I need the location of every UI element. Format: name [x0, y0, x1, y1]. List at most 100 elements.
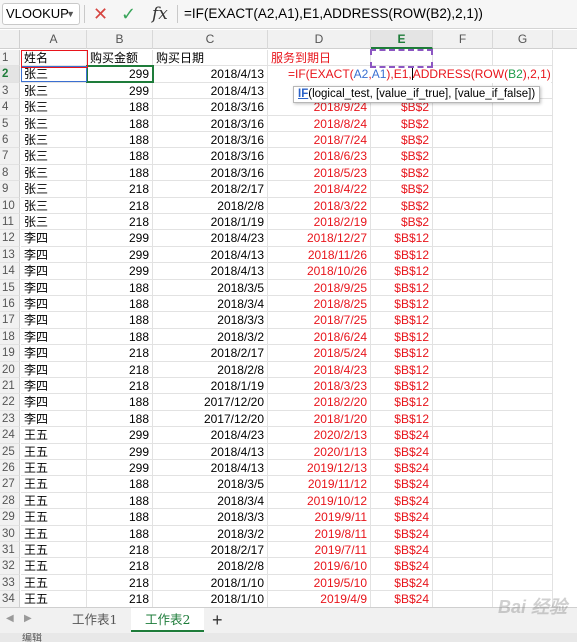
formula-input[interactable]: =IF(EXACT(A2,A1),E1,ADDRESS(ROW(B2),2,1)…: [184, 4, 483, 24]
cell-address[interactable]: $B$24: [371, 558, 433, 575]
cell-empty[interactable]: [433, 296, 493, 313]
cell-purchase-date[interactable]: 2018/2/8: [153, 558, 268, 575]
cell-amount[interactable]: 218: [87, 542, 153, 559]
cell-g1[interactable]: [493, 50, 553, 67]
row-header[interactable]: 21: [0, 378, 20, 395]
cell-expiry-date[interactable]: 2019/6/10: [268, 558, 371, 575]
row-header[interactable]: 29: [0, 509, 20, 526]
row-header[interactable]: 8: [0, 164, 20, 182]
column-header-d[interactable]: D: [268, 30, 371, 49]
cell-purchase-date[interactable]: 2018/4/13: [153, 82, 268, 100]
cell-expiry-date[interactable]: 2018/7/25: [268, 312, 371, 329]
cell-empty[interactable]: [433, 132, 493, 149]
cell-name[interactable]: 李四: [21, 263, 87, 280]
cell-address[interactable]: $B$12: [371, 230, 433, 247]
cell-amount[interactable]: 188: [87, 164, 153, 182]
cell-empty[interactable]: [433, 542, 493, 559]
cell-purchase-date[interactable]: 2018/3/16: [153, 99, 268, 116]
cell-empty[interactable]: [433, 492, 493, 510]
cell-address[interactable]: $B$12: [371, 246, 433, 264]
row-header[interactable]: 19: [0, 345, 20, 362]
cell-address[interactable]: $B$12: [371, 345, 433, 362]
cell-name[interactable]: 李四: [21, 394, 87, 411]
cell-empty[interactable]: [493, 132, 553, 149]
cell-empty[interactable]: [433, 181, 493, 198]
row-header[interactable]: 17: [0, 312, 20, 329]
row-header[interactable]: 7: [0, 148, 20, 165]
cell-empty[interactable]: [493, 279, 553, 296]
cell-expiry-date[interactable]: 2018/9/25: [268, 279, 371, 296]
cell-amount[interactable]: 188: [87, 99, 153, 116]
cell-amount[interactable]: 218: [87, 361, 153, 378]
row-header[interactable]: 14: [0, 263, 20, 280]
row-header[interactable]: 15: [0, 279, 20, 296]
cell-amount[interactable]: 188: [87, 148, 153, 165]
next-sheet-icon[interactable]: ▶: [24, 613, 32, 624]
cell-address[interactable]: $B$12: [371, 279, 433, 296]
cell-purchase-date[interactable]: 2018/4/13: [153, 66, 268, 83]
cell-empty[interactable]: [493, 525, 553, 542]
cell-amount[interactable]: 218: [87, 574, 153, 592]
cell-empty[interactable]: [493, 492, 553, 510]
column-header-f[interactable]: F: [433, 30, 493, 49]
cell-address[interactable]: $B$2: [371, 214, 433, 231]
cell-empty[interactable]: [433, 427, 493, 444]
row-header[interactable]: 6: [0, 132, 20, 149]
cell-name[interactable]: 张三: [21, 115, 87, 132]
cell-name[interactable]: 王五: [21, 574, 87, 592]
cell-empty[interactable]: [493, 443, 553, 460]
cell-amount[interactable]: 188: [87, 394, 153, 411]
cancel-icon[interactable]: ✕: [93, 2, 108, 26]
cell-address[interactable]: $B$12: [371, 328, 433, 346]
editing-cell-formula[interactable]: =IF(EXACT(A2,A1),E1,ADDRESS(ROW(B2),2,1): [268, 66, 551, 83]
cell-expiry-date[interactable]: 2018/6/23: [268, 148, 371, 165]
cell-purchase-date[interactable]: 2018/1/19: [153, 378, 268, 395]
row-header[interactable]: 22: [0, 394, 20, 411]
row-header[interactable]: 2: [0, 66, 20, 83]
cell-f1[interactable]: [433, 50, 493, 67]
cell-purchase-date[interactable]: 2018/3/3: [153, 509, 268, 526]
cell-empty[interactable]: [493, 410, 553, 428]
cell-expiry-date[interactable]: 2019/9/11: [268, 509, 371, 526]
cell-purchase-date[interactable]: 2018/3/16: [153, 132, 268, 149]
cell-purchase-date[interactable]: 2018/3/16: [153, 115, 268, 132]
cell-empty[interactable]: [493, 181, 553, 198]
cell-empty[interactable]: [493, 345, 553, 362]
cell-purchase-date[interactable]: 2018/3/3: [153, 312, 268, 329]
cell-empty[interactable]: [493, 394, 553, 411]
row-header[interactable]: 33: [0, 574, 20, 592]
cell-address[interactable]: $B$24: [371, 525, 433, 542]
cell-expiry-date[interactable]: 2019/4/9: [268, 591, 371, 608]
cell-purchase-date[interactable]: 2018/1/10: [153, 591, 268, 608]
row-header[interactable]: 32: [0, 558, 20, 575]
cell-c1[interactable]: 购买日期: [153, 50, 268, 67]
cell-expiry-date[interactable]: 2018/6/24: [268, 328, 371, 346]
cell-expiry-date[interactable]: 2019/8/11: [268, 525, 371, 542]
cell-address[interactable]: $B$12: [371, 361, 433, 378]
cell-purchase-date[interactable]: 2018/4/13: [153, 460, 268, 477]
cell-amount[interactable]: 299: [87, 427, 153, 444]
cell-name[interactable]: 李四: [21, 230, 87, 247]
cell-purchase-date[interactable]: 2018/3/16: [153, 164, 268, 182]
cell-purchase-date[interactable]: 2018/2/17: [153, 345, 268, 362]
cell-name[interactable]: 张三: [21, 148, 87, 165]
cell-amount[interactable]: 188: [87, 509, 153, 526]
column-header-b[interactable]: B: [87, 30, 153, 49]
cell-amount[interactable]: 299: [87, 230, 153, 247]
cell-empty[interactable]: [493, 378, 553, 395]
chevron-down-icon[interactable]: ▼: [66, 4, 75, 24]
cell-name[interactable]: 王五: [21, 542, 87, 559]
cell-expiry-date[interactable]: 2019/11/12: [268, 476, 371, 493]
cell-purchase-date[interactable]: 2018/3/4: [153, 492, 268, 510]
cell-empty[interactable]: [433, 558, 493, 575]
cell-address[interactable]: $B$2: [371, 197, 433, 214]
cell-amount[interactable]: 299: [87, 443, 153, 460]
cell-empty[interactable]: [433, 525, 493, 542]
cell-name[interactable]: 李四: [21, 410, 87, 428]
cell-amount[interactable]: 218: [87, 197, 153, 214]
cell-address[interactable]: $B$12: [371, 312, 433, 329]
cell-name[interactable]: 张三: [21, 214, 87, 231]
cell-name[interactable]: 李四: [21, 345, 87, 362]
row-header[interactable]: 31: [0, 542, 20, 559]
cell-empty[interactable]: [433, 230, 493, 247]
